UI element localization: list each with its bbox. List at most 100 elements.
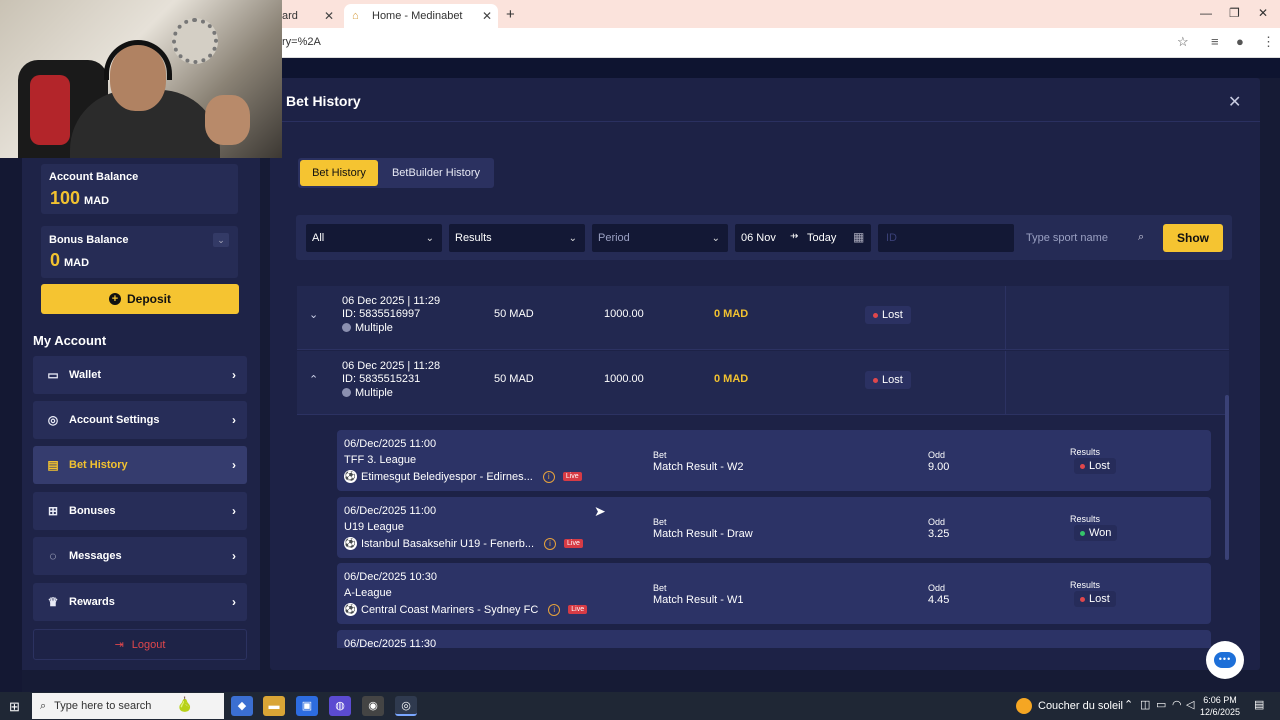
- browser-tab-inactive[interactable]: ard ✕: [282, 4, 342, 28]
- sidebar-item-label: Account Settings: [69, 414, 160, 426]
- scrollbar[interactable]: [1225, 395, 1229, 560]
- sidebar-item-account-settings[interactable]: ◎ Account Settings ›: [33, 401, 247, 439]
- calendar-icon[interactable]: ▦: [853, 230, 864, 244]
- sidebar-item-bet-history[interactable]: ▤ Bet History ›: [33, 446, 247, 484]
- chevron-up-icon[interactable]: ⌃: [309, 373, 318, 386]
- profile-icon[interactable]: ●: [1236, 34, 1244, 49]
- sun-icon: [1016, 698, 1032, 714]
- windows-start-icon[interactable]: ⊞: [9, 699, 20, 715]
- volume-icon[interactable]: ◁: [1186, 698, 1194, 711]
- bet-odd: 1000.00: [604, 373, 644, 385]
- show-button[interactable]: Show: [1163, 224, 1223, 252]
- person-hand: [205, 95, 250, 145]
- plus-circle-icon: +: [108, 293, 121, 305]
- sidebar-item-rewards[interactable]: ♛ Rewards ›: [33, 583, 247, 621]
- battery-icon[interactable]: ▭: [1156, 698, 1166, 711]
- chevron-up-icon[interactable]: ⌃: [1124, 698, 1133, 711]
- search-icon[interactable]: ⌕: [1138, 231, 1144, 244]
- live-chat-button[interactable]: •••: [1206, 641, 1244, 679]
- info-icon[interactable]: i: [542, 470, 555, 483]
- deposit-button[interactable]: + Deposit: [41, 284, 239, 314]
- type-select[interactable]: All ⌄: [306, 224, 442, 252]
- soccer-ball-icon: ⚽: [344, 470, 357, 483]
- status-dot: [1080, 596, 1085, 602]
- date-range-picker[interactable]: 06 Nov ⇸ Today ▦: [735, 224, 871, 252]
- wallet-icon: ▭: [47, 368, 59, 382]
- bet-label: Bet: [653, 583, 667, 593]
- period-select[interactable]: Period ⌄: [592, 224, 728, 252]
- media-queue-icon[interactable]: ≡: [1211, 34, 1219, 49]
- chevron-right-icon: ›: [232, 595, 236, 609]
- bet-row[interactable]: ⌄ 06 Dec 2025 | 11:29 ID: 5835516997 Mul…: [297, 286, 1229, 350]
- match-name: Etimesgut Belediyespor - Edirnes...: [361, 470, 533, 483]
- user-settings-icon: ◎: [47, 413, 59, 427]
- logout-label: Logout: [131, 638, 166, 651]
- results-select[interactable]: Results ⌄: [449, 224, 585, 252]
- notifications-icon[interactable]: ▤: [1254, 698, 1264, 711]
- logout-button[interactable]: ⇥ Logout: [33, 629, 247, 660]
- column-divider: [1005, 351, 1006, 415]
- url-text[interactable]: ry=%2A: [282, 36, 321, 48]
- date-from[interactable]: 06 Nov: [741, 232, 776, 244]
- sidebar-item-bonuses[interactable]: ⊞ Bonuses ›: [33, 492, 247, 530]
- minimize-icon[interactable]: —: [1200, 6, 1212, 20]
- result-label: Won: [1089, 527, 1112, 539]
- windows-taskbar: ⊞ ⌕ Type here to search 🍐 ◆ ▬ ▣ ◍ ◉ ◎ Co…: [0, 692, 1280, 720]
- store-icon[interactable]: ▣: [296, 696, 318, 716]
- copilot-icon[interactable]: ◆: [231, 696, 253, 716]
- close-icon[interactable]: ✕: [324, 9, 334, 23]
- chrome-icon[interactable]: ◎: [395, 696, 417, 716]
- wifi-icon[interactable]: ◠: [1172, 698, 1182, 711]
- selection-league: A-League: [344, 587, 392, 599]
- new-tab-plus-icon[interactable]: +: [506, 6, 515, 23]
- chair-accent: [30, 75, 70, 145]
- app-top-strip: [282, 58, 1280, 78]
- odd-value: 3.25: [928, 528, 950, 540]
- close-window-icon[interactable]: ✕: [1258, 6, 1268, 20]
- status-badge: Lost: [865, 306, 911, 324]
- search-icon: ⌕: [40, 699, 47, 712]
- weather-widget[interactable]: Coucher du soleil: [1016, 698, 1123, 714]
- bet-odd: 1000.00: [604, 308, 644, 320]
- bet-id-input[interactable]: [878, 224, 1014, 252]
- taskbar-search-box[interactable]: ⌕ Type here to search: [32, 693, 224, 719]
- restore-icon[interactable]: ❐: [1229, 6, 1240, 20]
- date-to[interactable]: Today: [807, 232, 836, 244]
- selection-match: ⚽ Etimesgut Belediyespor - Edirnes... i …: [344, 470, 582, 483]
- sidebar-item-messages[interactable]: ◌ Messages ›: [33, 537, 247, 575]
- status-dot: [873, 377, 878, 383]
- sidebar-item-label: Wallet: [69, 369, 101, 381]
- close-icon[interactable]: ✕: [1228, 92, 1241, 112]
- gift-icon: ⊞: [47, 504, 59, 518]
- result-badge: Won: [1074, 525, 1118, 541]
- results-label: Results: [1070, 580, 1101, 590]
- webcam-overlay: [0, 0, 282, 158]
- bet-type: Multiple: [342, 322, 393, 334]
- messenger-icon[interactable]: ◍: [329, 696, 351, 716]
- clock[interactable]: 6:06 PM 12/6/2025: [1200, 694, 1240, 718]
- sidebar-item-wallet[interactable]: ▭ Wallet ›: [33, 356, 247, 394]
- close-icon[interactable]: ✕: [482, 9, 492, 23]
- tab-betbuilder-history[interactable]: BetBuilder History: [380, 160, 492, 186]
- bets-list: ⌄ 06 Dec 2025 | 11:29 ID: 5835516997 Mul…: [297, 286, 1229, 648]
- my-account-heading: My Account: [33, 333, 107, 348]
- star-icon[interactable]: ☆: [1177, 34, 1189, 50]
- browser-tab-active[interactable]: ⌂ Home - Medinabet ✕: [344, 4, 498, 28]
- network-icon[interactable]: ◫: [1140, 698, 1150, 711]
- crown-icon: ♛: [47, 595, 59, 609]
- chevron-down-icon[interactable]: ⌄: [213, 233, 229, 247]
- results-select-value: Results: [455, 232, 492, 244]
- bet-market: Match Result - W1: [653, 594, 744, 606]
- selection-card: 06/Dec/2025 11:00 TFF 3. League ⚽ Etimes…: [337, 430, 1211, 491]
- info-icon[interactable]: i: [544, 537, 557, 550]
- bet-row[interactable]: ⌃ 06 Dec 2025 | 11:28 ID: 5835515231 Mul…: [297, 351, 1229, 415]
- chevron-down-icon[interactable]: ⌄: [309, 308, 318, 321]
- file-explorer-icon[interactable]: ▬: [263, 696, 285, 716]
- live-badge: Live: [568, 605, 588, 614]
- tab-bet-history[interactable]: Bet History: [300, 160, 378, 186]
- page-title: Bet History: [286, 93, 361, 109]
- app-icon[interactable]: ◉: [362, 696, 384, 716]
- selection-card: 06/Dec/2025 11:30: [337, 630, 1211, 648]
- info-icon[interactable]: i: [548, 603, 561, 616]
- kebab-menu-icon[interactable]: ⋮: [1262, 34, 1275, 50]
